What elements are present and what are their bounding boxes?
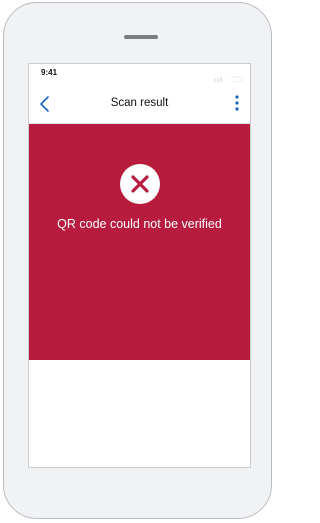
status-icons	[214, 69, 244, 83]
status-time: 9:41	[41, 68, 58, 77]
app-screen: 9:41 Scan result QR code could not be ve…	[28, 63, 251, 468]
page-title: Scan result	[110, 97, 169, 109]
speaker-slot	[124, 35, 158, 39]
result-message: QR code could not be verified	[57, 217, 222, 231]
scan-result-panel: QR code could not be verified	[29, 124, 250, 360]
error-badge	[120, 164, 160, 204]
status-bar: 9:41	[29, 64, 250, 86]
more-vertical-icon[interactable]	[232, 94, 242, 112]
navigation-bar: Scan result	[29, 86, 250, 124]
phone-frame: 9:41 Scan result QR code could not be ve…	[3, 2, 272, 519]
